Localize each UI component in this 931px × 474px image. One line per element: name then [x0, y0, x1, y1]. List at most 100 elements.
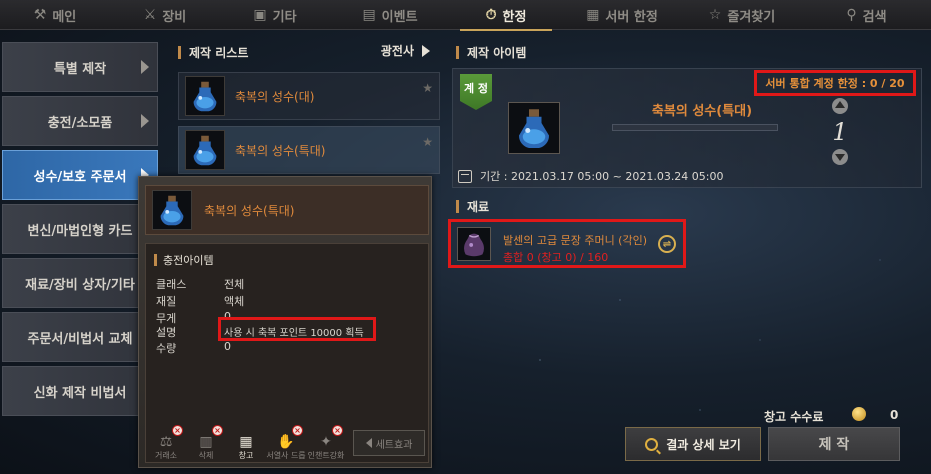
sidebar-item-label: 충전/소모품: [47, 115, 113, 131]
materials-title: 재료: [467, 200, 490, 214]
attr-key-material: 재질: [156, 295, 177, 308]
item-restriction-bar: ⚖ 거래소 × ▥ 삭제 × ▦ 창고 ✋ 서열사 드롭 × ✦ 인챈트강화 ×…: [145, 423, 429, 463]
craft-period-text: 기간 : 2021.03.17 05:00 ~ 2021.03.24 05:00: [480, 170, 724, 183]
stopwatch-icon: ⏱: [485, 7, 497, 23]
calendar-icon: [458, 169, 472, 183]
not-allowed-icon: ×: [212, 425, 223, 436]
result-detail-label: 결과 상세 보기: [666, 437, 741, 452]
anvil-icon: ⚒: [33, 7, 47, 23]
enchant-icon: ✦: [320, 434, 332, 450]
tab-favorites[interactable]: ☆ 즐겨찾기: [682, 0, 802, 30]
detail-item-name: 축복의 성수(특대): [204, 203, 295, 218]
chevron-left-icon: [365, 438, 372, 448]
potion-icon: [185, 130, 225, 170]
section-marker: [456, 46, 459, 59]
craft-item-name: 축복의 성수(특대): [651, 104, 753, 119]
tab-limited[interactable]: ⏱ 한정: [450, 0, 562, 31]
detail-category-label: 충전아이템: [163, 254, 214, 267]
material-name: 발센의 고급 문장 주머니 (각인): [503, 234, 648, 247]
section-marker: [178, 46, 181, 59]
craft-button[interactable]: 제 작: [768, 427, 900, 461]
list-item-name: 축복의 성수(대): [235, 89, 315, 104]
favorite-star-icon[interactable]: ★: [422, 81, 433, 95]
drop-icon: ✋: [277, 434, 295, 450]
sidebar-item-mythic-recipes[interactable]: 신화 제작 비법서: [2, 366, 158, 416]
gift-icon: ▤: [362, 7, 376, 23]
warehouse-permission: ▦ 창고: [238, 434, 254, 460]
tab-label: 기타: [272, 9, 297, 25]
list-item[interactable]: 축복의 성수(특대) ★: [178, 126, 440, 174]
craft-item-icon: [508, 102, 560, 154]
sidebar-item-label: 신화 제작 비법서: [33, 385, 127, 401]
sidebar-item-label: 성수/보호 주문서: [33, 169, 127, 185]
tab-label: 검색: [862, 9, 887, 25]
craft-list-header: 제작 리스트: [178, 44, 248, 61]
craft-progress-bar: [612, 124, 778, 131]
sidebar-item-consumables[interactable]: 충전/소모품: [2, 96, 158, 146]
crossed-swords-icon: ⚔: [143, 7, 157, 23]
trash-icon: ▥: [199, 434, 213, 450]
attr-key-description: 설명: [156, 326, 177, 339]
sidebar-item-label: 특별 제작: [53, 61, 107, 77]
tab-label: 즐겨찾기: [727, 9, 776, 25]
account-limit-badge: 서버 통합 계정 한정 : 0 / 20: [754, 70, 916, 96]
attr-key-quantity: 수량: [156, 342, 177, 355]
result-detail-button[interactable]: 결과 상세 보기: [625, 427, 761, 461]
tab-event[interactable]: ▤ 이벤트: [330, 0, 450, 30]
tab-equipment[interactable]: ⚔ 장비: [110, 0, 220, 30]
star-icon: ☆: [708, 7, 722, 23]
section-marker: [154, 254, 157, 266]
sidebar-item-label: 주문서/비법서 교체: [27, 331, 133, 347]
tab-label: 장비: [162, 9, 187, 25]
enchant-restriction: ✦ 인챈트강화 ×: [307, 425, 345, 460]
quantity-increase-button[interactable]: [832, 98, 848, 114]
server-icon: ▦: [586, 7, 600, 23]
exchange-icon: ⚖: [159, 434, 173, 450]
materials-header: 재료: [456, 198, 489, 215]
attr-key-class: 클래스: [156, 278, 187, 291]
list-item[interactable]: 축복의 성수(대) ★: [178, 72, 440, 120]
sidebar-item-material-boxes[interactable]: 재료/장비 상자/기타: [2, 258, 158, 308]
drop-restriction: ✋ 서열사 드롭 ×: [266, 425, 306, 460]
section-marker: [456, 200, 459, 213]
chevron-right-icon: [141, 114, 149, 128]
warehouse-fee: 창고 수수료: [764, 408, 823, 425]
tab-main[interactable]: ⚒ 메인: [0, 0, 110, 30]
craft-item-panel: 제작 아이템 서버 통합 계정 한정 : 0 / 20 계 정 축복의 성수(특…: [452, 36, 922, 196]
material-count: 총합 0 (창고 0) / 160: [503, 251, 609, 264]
sidebar-item-label: 변신/마법인형 카드: [27, 223, 133, 239]
box-icon: ▣: [253, 7, 267, 23]
sidebar-item-scroll-exchange[interactable]: 주문서/비법서 교체: [2, 312, 158, 362]
sidebar-item-polymorph-doll-cards[interactable]: 변신/마법인형 카드: [2, 204, 158, 254]
tab-search[interactable]: ⚲ 검색: [802, 0, 931, 30]
craft-list-panel: 제작 리스트 광전사 축복의 성수(대) ★ 축복의 성수(특대) ★: [170, 36, 440, 176]
tab-label: 이벤트: [381, 9, 418, 25]
tab-etc[interactable]: ▣ 기타: [220, 0, 330, 30]
craft-item-title: 제작 아이템: [467, 46, 527, 60]
pouch-icon: [457, 227, 491, 261]
tab-label: 메인: [52, 9, 77, 25]
set-effect-button[interactable]: 세트효과: [353, 430, 425, 456]
craft-period: 기간 : 2021.03.17 05:00 ~ 2021.03.24 05:00: [458, 168, 724, 184]
exchange-restriction: ⚖ 거래소 ×: [149, 425, 183, 461]
coin-icon: [852, 407, 866, 421]
class-filter[interactable]: 광전사: [381, 42, 430, 59]
not-allowed-icon: ×: [172, 425, 183, 436]
sidebar-item-special-craft[interactable]: 특별 제작: [2, 42, 158, 92]
detail-category: 충전아이템: [154, 252, 214, 268]
delete-restriction: ▥ 삭제 ×: [189, 425, 223, 461]
swap-icon[interactable]: ⇌: [658, 235, 676, 253]
material-row[interactable]: 발센의 고급 문장 주머니 (각인) 총합 0 (창고 0) / 160 ⇌: [448, 219, 686, 268]
tab-label: 서버 한정: [605, 9, 658, 25]
potion-icon: [185, 76, 225, 116]
set-effect-label: 세트효과: [375, 439, 413, 451]
craft-item-header: 제작 아이템: [456, 44, 526, 61]
quantity-decrease-button[interactable]: [832, 149, 848, 165]
attr-value-class: 전체: [224, 278, 245, 291]
account-grade-text: 계 정: [463, 82, 489, 95]
sidebar-item-holy-water-scrolls[interactable]: 성수/보호 주문서: [2, 150, 158, 200]
warehouse-fee-value: 0: [890, 408, 899, 422]
top-tab-bar: ⚒ 메인 ⚔ 장비 ▣ 기타 ▤ 이벤트 ⏱ 한정 ▦ 서버 한정 ☆ 즐겨찾기…: [0, 0, 931, 31]
tab-server-limited[interactable]: ▦ 서버 한정: [562, 0, 682, 30]
favorite-star-icon[interactable]: ★: [422, 135, 433, 149]
